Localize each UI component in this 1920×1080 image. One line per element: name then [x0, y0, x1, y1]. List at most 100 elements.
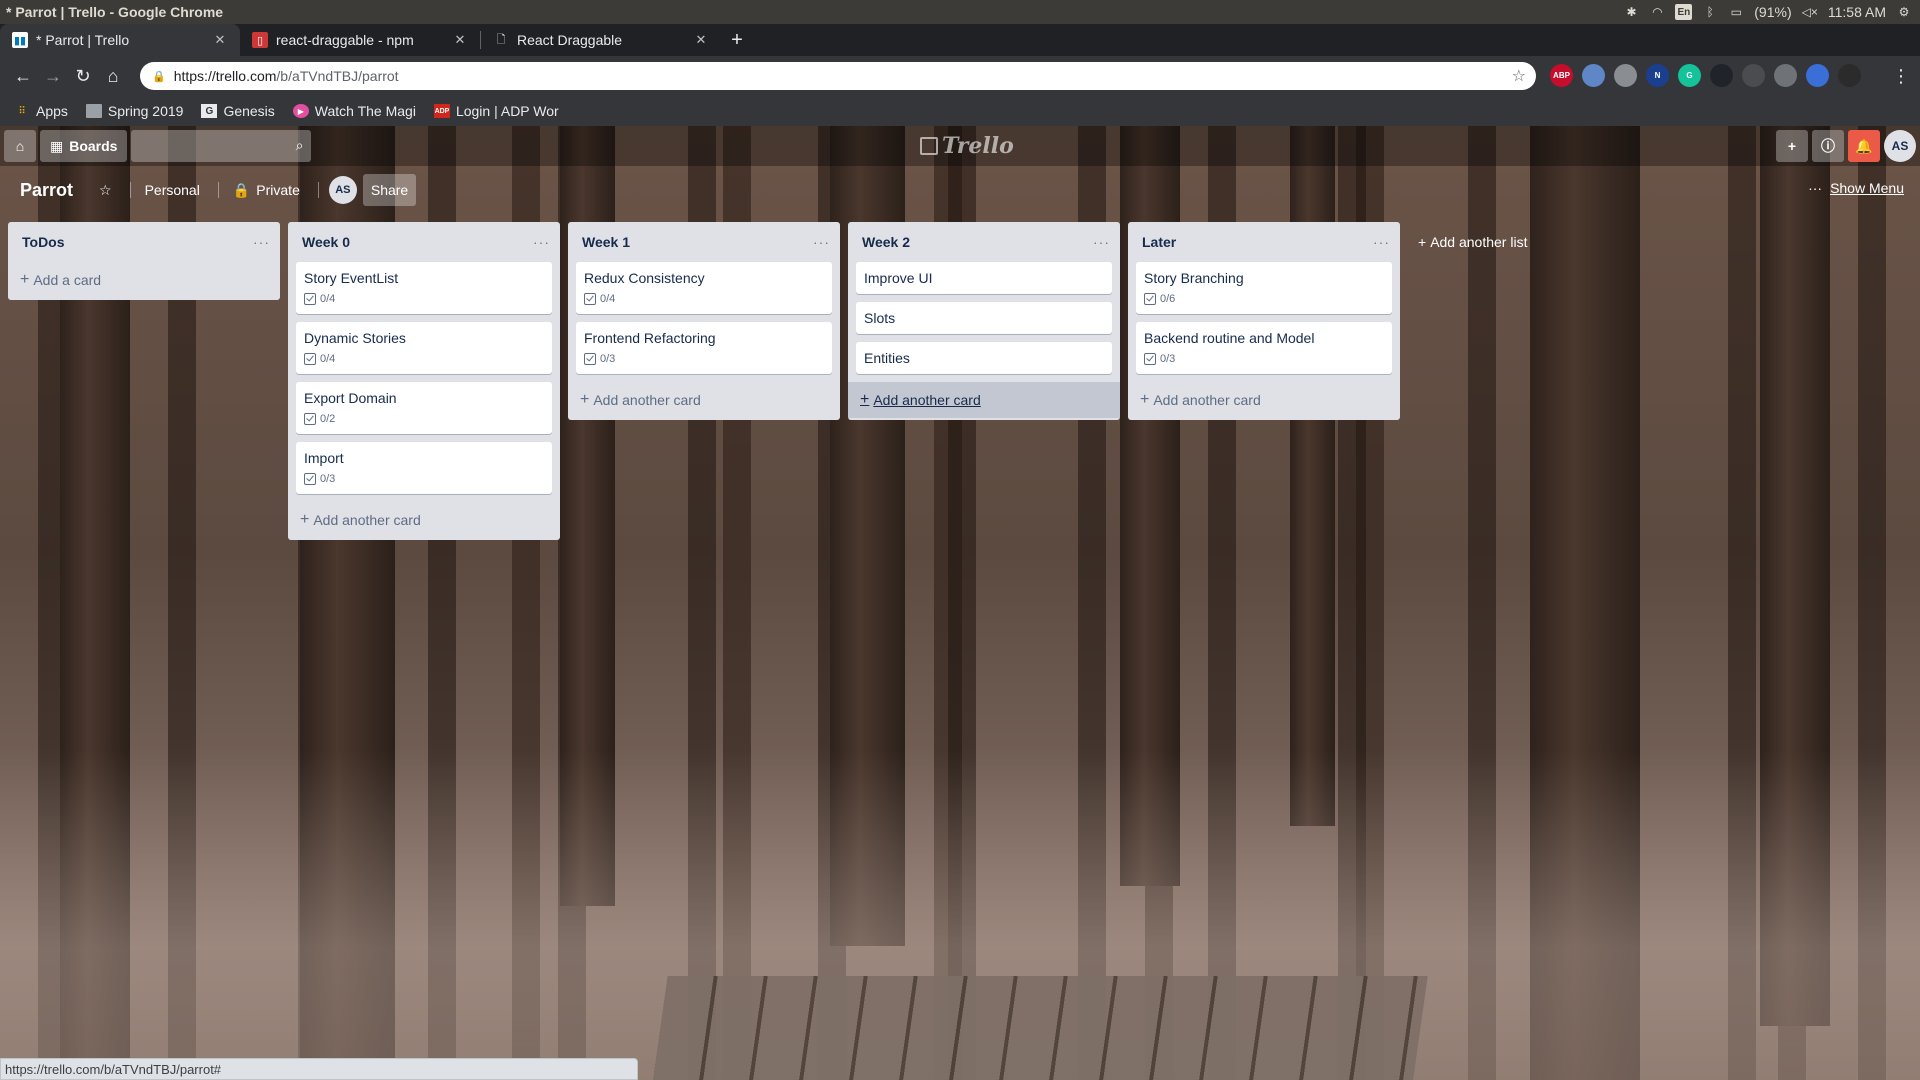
list-menu-icon[interactable]: ···	[813, 234, 830, 250]
card-title: Redux Consistency	[584, 270, 705, 286]
star-icon: ☆	[99, 181, 112, 198]
address-bar[interactable]: 🔒 https://trello.com/b/aTVndTBJ/parrot ☆	[140, 62, 1536, 90]
add-list-button[interactable]: + Add another list	[1408, 222, 1680, 262]
list-title[interactable]: ToDos	[22, 234, 65, 250]
checklist-badge: 0/3	[584, 348, 824, 370]
grammarly-icon[interactable]: G	[1678, 64, 1701, 87]
battery-icon[interactable]: ▭	[1728, 4, 1744, 20]
list-header: Week 0 ···	[288, 222, 560, 262]
boards-button[interactable]: ▦ Boards	[40, 130, 128, 162]
tab-title: react-draggable - npm	[276, 32, 414, 48]
tab-parrot-trello[interactable]: ▮▮ * Parrot | Trello ✕	[0, 24, 240, 56]
card[interactable]: Slots	[856, 302, 1112, 334]
card[interactable]: Dynamic Stories 0/4	[296, 322, 552, 374]
list-title[interactable]: Week 0	[302, 234, 350, 250]
checklist-count: 0/4	[600, 293, 616, 305]
card[interactable]: Frontend Refactoring 0/3	[576, 322, 832, 374]
close-tab-icon[interactable]: ✕	[693, 32, 709, 48]
chrome-menu-icon[interactable]: ⋮	[1886, 61, 1916, 91]
close-tab-icon[interactable]: ✕	[452, 32, 468, 48]
settings-gear-icon[interactable]: ⚙	[1896, 4, 1912, 20]
bookmark-star-icon[interactable]: ☆	[1512, 66, 1526, 86]
globe-extension-icon[interactable]	[1582, 64, 1605, 87]
card[interactable]: Redux Consistency 0/4	[576, 262, 832, 314]
forward-arrow-icon[interactable]: →	[38, 61, 68, 91]
tab-title: * Parrot | Trello	[36, 32, 130, 48]
list-title[interactable]: Week 2	[862, 234, 910, 250]
search-icon[interactable]: ⌕	[296, 137, 304, 154]
search-input[interactable]: ⌕	[131, 130, 312, 162]
card-title: Backend routine and Model	[1144, 330, 1315, 346]
volume-muted-icon[interactable]: ◁×	[1802, 4, 1818, 20]
list-title[interactable]: Later	[1142, 234, 1176, 250]
bell-icon: 🔔	[1855, 137, 1873, 154]
notifications-button[interactable]: 🔔	[1848, 130, 1880, 162]
info-button[interactable]: ⓘ	[1812, 130, 1844, 162]
show-menu-button[interactable]: ··· Show Menu	[1808, 180, 1904, 196]
team-button[interactable]: Personal	[137, 174, 208, 206]
list-title[interactable]: Week 1	[582, 234, 630, 250]
board-title[interactable]: Parrot	[12, 180, 81, 201]
target-extension-icon[interactable]	[1774, 64, 1797, 87]
visibility-button[interactable]: 🔒 Private	[225, 174, 308, 206]
close-tab-icon[interactable]: ✕	[212, 32, 228, 48]
window-title: * Parrot | Trello - Google Chrome	[6, 4, 224, 20]
add-card-button[interactable]: + Add a card	[8, 262, 280, 298]
npm-icon: ▯	[252, 32, 268, 48]
card[interactable]: Export Domain 0/2	[296, 382, 552, 434]
add-card-button[interactable]: + Add another card	[288, 502, 560, 538]
card[interactable]: Story Branching 0/6	[1136, 262, 1392, 314]
pen-extension-icon[interactable]	[1806, 64, 1829, 87]
lock-icon[interactable]: 🔒	[152, 70, 166, 83]
profile-avatar-icon[interactable]	[1838, 64, 1861, 87]
bookmark-watch-the-magi[interactable]: ▶ Watch The Magi	[292, 103, 416, 119]
member-avatar[interactable]: AS	[1884, 130, 1916, 162]
tab-react-draggable[interactable]: 🗋 React Draggable ✕	[481, 24, 721, 56]
home-button[interactable]: ⌂	[4, 130, 36, 162]
card-list: Story EventList 0/4 Dynamic Stories 0/4 Expo…	[288, 262, 560, 494]
clock[interactable]: 11:58 AM	[1828, 4, 1886, 20]
create-button[interactable]: +	[1776, 130, 1808, 162]
back-arrow-icon[interactable]: ←	[8, 61, 38, 91]
play-icon: ▶	[292, 104, 309, 118]
bug-extension-icon[interactable]	[1742, 64, 1765, 87]
list-menu-icon[interactable]: ···	[533, 234, 550, 250]
card[interactable]: Improve UI	[856, 262, 1112, 294]
folder-icon	[85, 104, 102, 118]
card[interactable]: Story EventList 0/4	[296, 262, 552, 314]
new-tab-button[interactable]: +	[721, 24, 753, 56]
checklist-icon	[584, 293, 596, 305]
puzzle-extension-icon[interactable]	[1614, 64, 1637, 87]
home-icon[interactable]: ⌂	[98, 61, 128, 91]
list-menu-icon[interactable]: ···	[1093, 234, 1110, 250]
bookmarks-bar: ⠿ Apps Spring 2019 G Genesis ▶ Watch The…	[0, 96, 1920, 126]
card[interactable]: Import 0/3	[296, 442, 552, 494]
card[interactable]: Backend routine and Model 0/3	[1136, 322, 1392, 374]
react-devtools-icon[interactable]	[1710, 64, 1733, 87]
card[interactable]: Entities	[856, 342, 1112, 374]
add-card-button[interactable]: + Add another card	[568, 382, 840, 418]
board-member-avatar[interactable]: AS	[328, 176, 357, 204]
star-board-button[interactable]: ☆	[91, 174, 120, 206]
bookmark-genesis[interactable]: G Genesis	[201, 103, 275, 119]
share-button[interactable]: Share	[362, 174, 417, 206]
list-menu-icon[interactable]: ···	[1373, 234, 1390, 250]
keyboard-layout-indicator[interactable]: En	[1675, 4, 1693, 20]
list-menu-icon[interactable]: ···	[253, 234, 270, 250]
card-title: Dynamic Stories	[304, 330, 406, 346]
bookmark-spring-2019[interactable]: Spring 2019	[85, 103, 183, 119]
bluetooth-icon[interactable]: ᛒ	[1702, 4, 1718, 20]
trello-icon: ▮▮	[12, 32, 28, 48]
bookmark-apps[interactable]: ⠿ Apps	[14, 103, 68, 119]
reload-icon[interactable]: ↻	[68, 61, 98, 91]
bookmark-login-adp[interactable]: ADP Login | ADP Wor	[433, 103, 559, 119]
trello-logo[interactable]: Trello	[920, 133, 1014, 159]
plus-icon: +	[1787, 138, 1797, 154]
tab-react-draggable-npm[interactable]: ▯ react-draggable - npm ✕	[240, 24, 480, 56]
wifi-icon[interactable]: ◠	[1649, 4, 1665, 20]
abp-icon[interactable]: ABP	[1550, 64, 1573, 87]
add-card-button[interactable]: + Add another card	[848, 382, 1120, 418]
slack-icon[interactable]: ✱	[1623, 4, 1639, 20]
n-extension-icon[interactable]: N	[1646, 64, 1669, 87]
add-card-button[interactable]: + Add another card	[1128, 382, 1400, 418]
